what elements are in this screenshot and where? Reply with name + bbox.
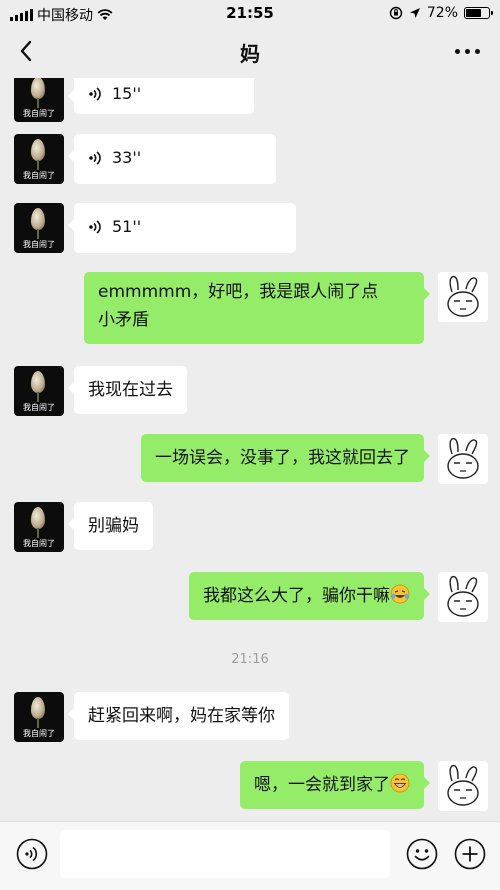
voice-duration: 15'' [112,84,142,103]
user-avatar[interactable] [438,572,488,622]
voice-message-bubble[interactable]: 51'' [68,203,296,253]
grinning-emoji-icon [390,773,410,793]
message-text: 赶紧回来啊，妈在家等你 [88,706,275,726]
text-message-bubble[interactable]: 一场误会，没事了，我这就回去了 [141,434,430,482]
emoji-icon[interactable] [406,838,438,870]
text-message-bubble[interactable]: 嗯，一会就到家了 [240,761,430,809]
user-avatar[interactable] [438,272,488,322]
message-text: 一场误会，没事了，我这就回去了 [155,448,410,468]
contact-avatar[interactable]: 我自闹了 [14,134,64,184]
voice-wave-icon [89,87,101,101]
text-message-bubble[interactable]: 我现在过去 [68,366,187,414]
message-text: 别骗妈 [88,516,139,536]
message-input[interactable] [60,830,390,878]
contact-avatar[interactable]: 我自闹了 [14,692,64,742]
voice-message-bubble[interactable]: 15'' [68,78,254,114]
text-message-bubble[interactable]: 赶紧回来啊，妈在家等你 [68,692,289,740]
user-avatar[interactable] [438,434,488,484]
message-timestamp: 21:16 [231,652,269,667]
contact-avatar[interactable]: 我自闹了 [14,366,64,416]
status-bar: 中国移动 21:55 72% [0,0,500,26]
message-text-line: 小矛盾 [98,310,149,330]
user-avatar[interactable] [438,761,488,811]
voice-wave-icon [89,220,101,234]
contact-avatar[interactable]: 我自闹了 [14,78,64,122]
message-list[interactable]: 我自闹了 15'' 我自闹了 33'' 我自闹了 51'' emmmmm，好吧，… [0,78,500,821]
location-icon [409,8,420,18]
voice-duration: 51'' [112,217,142,236]
rabbit-avatar-icon [447,575,479,617]
rabbit-avatar-icon [447,764,479,806]
rotation-lock-icon [389,6,403,20]
voice-message-bubble[interactable]: 33'' [68,134,276,184]
message-text: 我现在过去 [88,380,173,400]
chat-title: 妈 [240,42,260,66]
voice-input-icon[interactable] [16,838,48,870]
contact-avatar[interactable]: 我自闹了 [14,502,64,552]
contact-avatar[interactable]: 我自闹了 [14,203,64,253]
rabbit-avatar-icon [447,275,479,317]
message-text-line: emmmmm，好吧，我是跟人闹了点 [98,282,379,302]
input-bar [0,821,500,890]
rabbit-avatar-icon [447,437,479,479]
text-message-bubble[interactable]: emmmmm，好吧，我是跟人闹了点 小矛盾 [84,272,430,344]
more-dots-icon[interactable] [455,49,480,54]
chat-header: 妈 [0,26,500,78]
text-message-bubble[interactable]: 别骗妈 [68,502,153,550]
battery-percent: 72% [426,5,458,21]
voice-wave-icon [89,151,101,165]
status-right: 72% [389,5,493,21]
battery-icon [464,7,493,19]
message-text: 嗯，一会就到家了 [254,775,390,795]
message-text: 我都这么大了，骗你干嘛 [203,586,390,606]
laughing-crying-emoji-icon [390,584,410,604]
voice-duration: 33'' [112,148,142,167]
plus-icon[interactable] [454,838,486,870]
text-message-bubble[interactable]: 我都这么大了，骗你干嘛 [189,572,430,620]
